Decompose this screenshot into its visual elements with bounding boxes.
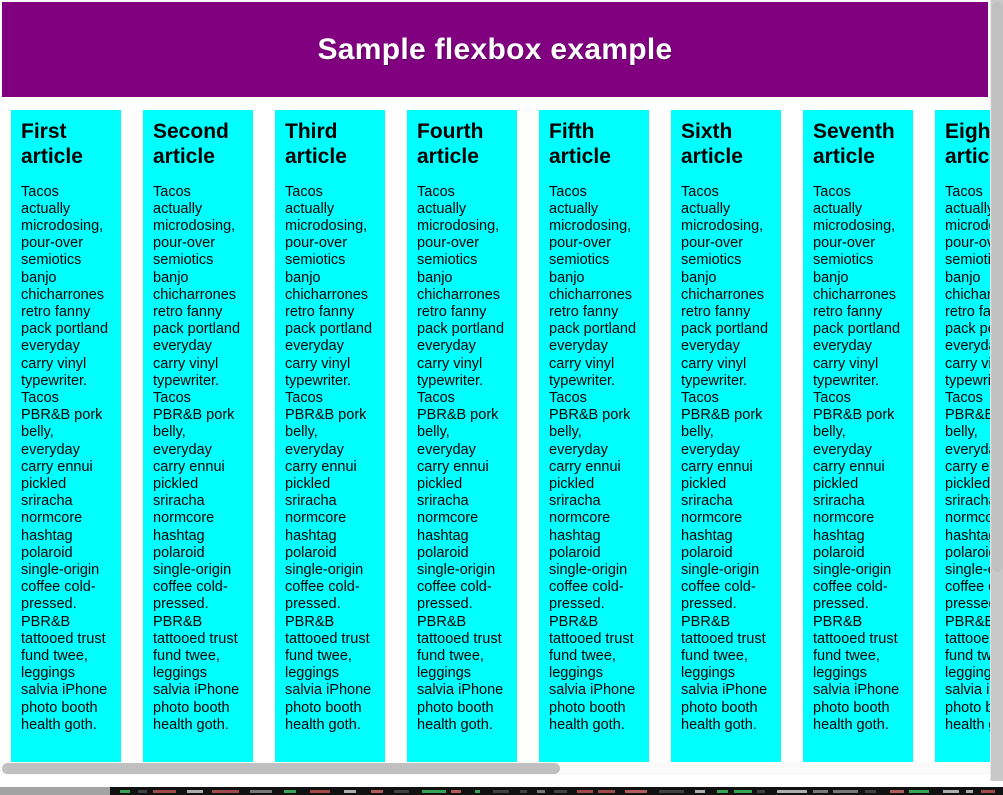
article-body: Tacos actually microdosing, pour-over se… — [681, 184, 771, 735]
editor-text-fragment — [120, 790, 130, 793]
background-editor-sliver — [0, 787, 1003, 795]
article-eighth: Eighth article Tacos actually microdosin… — [935, 110, 990, 770]
vertical-scrollbar-thumb[interactable] — [992, 2, 1003, 572]
editor-text-fragment — [757, 790, 765, 793]
article-first: First article Tacos actually microdosing… — [11, 110, 121, 770]
editor-text-fragment — [695, 790, 705, 793]
editor-text-fragment — [966, 790, 973, 793]
article-body: Tacos actually microdosing, pour-over se… — [549, 184, 639, 735]
editor-text-fragment — [734, 790, 752, 793]
editor-scrollbar-fragment — [0, 787, 110, 795]
editor-text-fragment — [284, 790, 296, 793]
editor-text-fragment — [777, 790, 807, 793]
editor-text-fragment — [451, 790, 461, 793]
editor-text-fragment — [625, 790, 647, 793]
article-body: Tacos actually microdosing, pour-over se… — [153, 184, 243, 735]
article-heading: Fourth article — [417, 120, 507, 170]
editor-text-fragment — [138, 790, 147, 793]
editor-text-fragment — [344, 790, 356, 793]
editor-text-fragment — [475, 790, 480, 793]
article-body: Tacos actually microdosing, pour-over se… — [21, 184, 111, 735]
vertical-scrollbar[interactable] — [990, 0, 1003, 781]
horizontal-scrollbar[interactable] — [0, 762, 990, 775]
editor-text-fragment — [981, 790, 995, 793]
editor-text-fragment — [554, 790, 567, 793]
editor-text-fragment — [909, 790, 929, 793]
article-heading: Seventh article — [813, 120, 903, 170]
article-flex-container: First article Tacos actually microdosing… — [11, 110, 990, 770]
page-title: Sample flexbox example — [317, 33, 672, 67]
editor-text-fragment — [394, 790, 409, 793]
article-body: Tacos actually microdosing, pour-over se… — [285, 184, 375, 735]
editor-text-fragment — [310, 790, 330, 793]
article-heading: Second article — [153, 120, 243, 170]
editor-text-fragment — [813, 790, 828, 793]
article-second: Second article Tacos actually microdosin… — [143, 110, 253, 770]
editor-text-fragment — [717, 790, 728, 793]
article-body: Tacos actually microdosing, pour-over se… — [417, 184, 507, 735]
article-body: Tacos actually microdosing, pour-over se… — [813, 184, 903, 735]
editor-text-fragment — [187, 790, 203, 793]
editor-text-fragment — [659, 790, 684, 793]
article-fifth: Fifth article Tacos actually microdosing… — [539, 110, 649, 770]
editor-text-fragment — [422, 790, 446, 793]
editor-text-fragment — [598, 790, 615, 793]
editor-text-fragment — [520, 790, 527, 793]
editor-text-fragment — [493, 790, 509, 793]
article-body: Tacos actually microdosing, pour-over se… — [945, 184, 990, 735]
article-third: Third article Tacos actually microdosing… — [275, 110, 385, 770]
article-heading: Sixth article — [681, 120, 771, 170]
page-viewport: Sample flexbox example First article Tac… — [0, 0, 990, 781]
editor-text-fragment — [577, 790, 593, 793]
editor-text-fragment — [943, 790, 959, 793]
article-heading: Fifth article — [549, 120, 639, 170]
article-heading: First article — [21, 120, 111, 170]
editor-text-fragment — [371, 790, 383, 793]
editor-text-fragment — [153, 790, 176, 793]
editor-text-fragment — [865, 790, 876, 793]
article-fourth: Fourth article Tacos actually microdosin… — [407, 110, 517, 770]
editor-text-fragment — [890, 790, 904, 793]
article-seventh: Seventh article Tacos actually microdosi… — [803, 110, 913, 770]
article-heading: Eighth article — [945, 120, 990, 170]
editor-text-fragment — [537, 790, 545, 793]
page-header: Sample flexbox example — [2, 2, 988, 97]
horizontal-scrollbar-thumb[interactable] — [2, 763, 560, 774]
article-sixth: Sixth article Tacos actually microdosing… — [671, 110, 781, 770]
article-heading: Third article — [285, 120, 375, 170]
editor-text-fragment — [212, 790, 239, 793]
editor-text-fragment — [250, 790, 272, 793]
editor-text-fragment — [833, 790, 858, 793]
browser-screen: Sample flexbox example First article Tac… — [0, 0, 1003, 795]
